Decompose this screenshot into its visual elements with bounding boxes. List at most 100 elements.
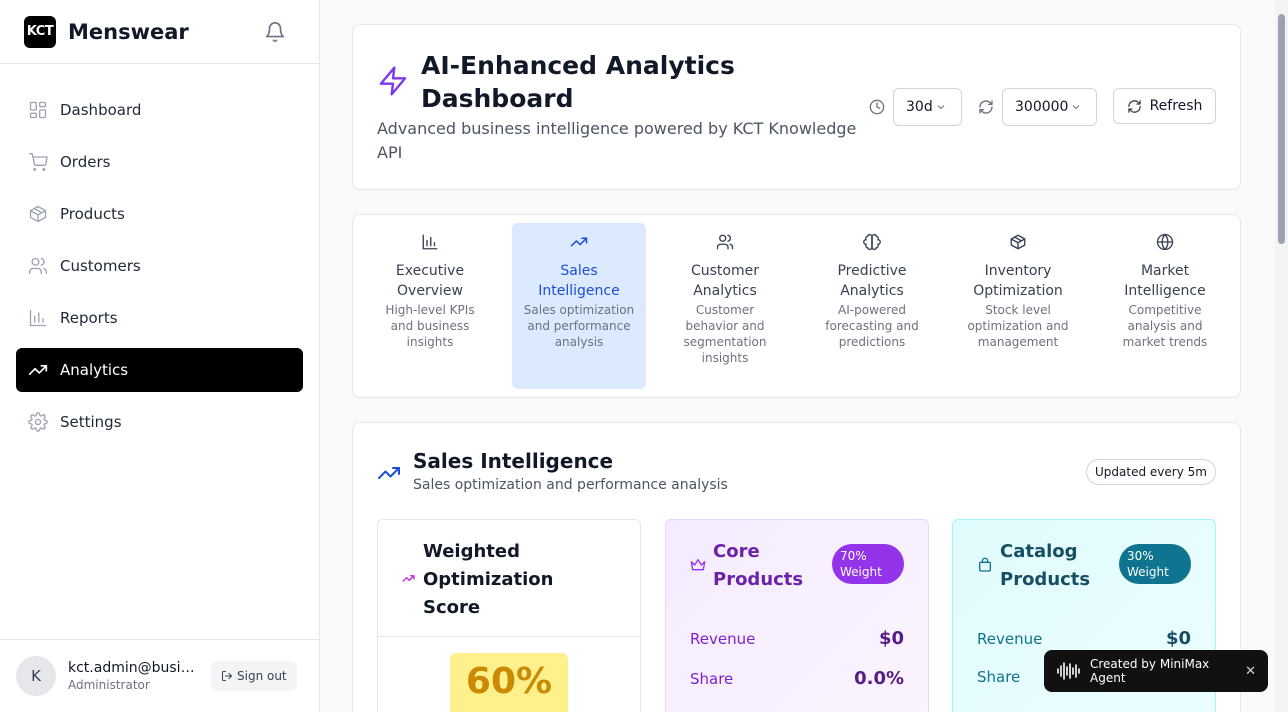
audio-wave-icon [1056,661,1082,681]
tab-label: Predictive Analytics [837,263,907,299]
share-value: 0.0% [854,668,904,689]
share-label: Share [977,668,1021,686]
zap-icon [377,65,409,97]
sidebar-item-customers[interactable]: Customers [16,244,303,288]
interval-select-value: 300000 [1015,99,1069,115]
refresh-button[interactable]: Refresh [1113,88,1216,124]
sidebar-item-dashboard[interactable]: Dashboard [16,88,303,132]
page-title: AI-Enhanced Analytics Dashboard [421,51,735,113]
user-info: kct.admin@business.com Administrator [68,660,198,692]
log-out-icon [221,670,233,682]
tab-description: Customer behavior and segmentation insig… [683,303,767,365]
vertical-scrollbar[interactable] [1275,0,1288,712]
revenue-value: $0 [1165,628,1191,649]
core-products-title: Core Products [713,541,804,590]
tab-description: AI-powered forecasting and predictions [825,303,919,349]
section-subtitle: Sales optimization and performance analy… [413,477,728,493]
optimization-score-value: 60% [450,653,568,712]
gear-icon [28,412,48,432]
sidebar-item-label: Analytics [60,361,129,379]
sidebar-nav: Dashboard Orders Products Customers Repo… [0,64,319,476]
clock-icon [869,99,885,115]
app-name: Menswear [68,19,189,44]
catalog-products-title: Catalog Products [1000,541,1091,590]
package-icon [28,204,48,224]
sidebar: KCT Menswear Dashboard Orders Products C… [0,0,320,712]
core-products-card: Core Products 70% Weight Revenue $0 Shar… [665,519,929,712]
revenue-label: Revenue [977,630,1043,648]
period-select-value: 30d [906,99,933,115]
tab-description: Stock level optimization and management [967,303,1069,349]
weight-badge: 70% Weight [832,544,904,584]
scrollbar-thumb[interactable] [1278,14,1285,244]
avatar[interactable]: K [16,656,56,696]
refresh-label: Refresh [1149,98,1203,114]
sidebar-item-settings[interactable]: Settings [16,400,303,444]
tab-executive-overview[interactable]: Executive Overview High-level KPIs and b… [363,223,497,389]
users-icon [716,233,734,251]
analytics-tabs: Executive Overview High-level KPIs and b… [352,214,1241,398]
tab-inventory-optimization[interactable]: Inventory Optimization Stock level optim… [951,223,1085,389]
tab-description: High-level KPIs and business insights [385,303,475,349]
sidebar-item-reports[interactable]: Reports [16,296,303,340]
sign-out-button[interactable]: Sign out [211,661,297,691]
tab-customer-analytics[interactable]: Customer Analytics Customer behavior and… [658,223,792,389]
revenue-row: Revenue $0 [690,628,904,649]
trending-up-icon [28,360,48,380]
app-logo[interactable]: KCT [24,15,56,48]
bar-chart-icon [28,308,48,328]
tab-label: Sales Intelligence [538,263,620,299]
bell-icon[interactable] [264,21,286,43]
chevron-down-icon [935,101,947,113]
tab-label: Market Intelligence [1124,263,1206,299]
cart-icon [28,152,48,172]
sidebar-item-analytics[interactable]: Analytics [16,348,303,392]
chevron-down-icon [1070,101,1082,113]
toast-text: Created by MiniMax Agent [1090,657,1210,685]
user-role: Administrator [68,678,150,692]
sidebar-item-label: Reports [60,309,118,327]
sidebar-item-label: Settings [60,413,122,431]
sidebar-item-products[interactable]: Products [16,192,303,236]
weight-badge: 30% Weight [1119,544,1191,584]
interval-select[interactable]: 300000 [1002,88,1097,126]
sidebar-item-label: Customers [60,257,141,275]
share-label: Share [690,670,734,688]
crown-icon [690,557,706,573]
tab-market-intelligence[interactable]: Market Intelligence Competitive analysis… [1098,223,1232,389]
divider [378,636,640,637]
sidebar-item-label: Dashboard [60,101,142,119]
trending-up-icon [402,572,415,585]
tab-label: Customer Analytics [690,263,759,299]
update-frequency-badge: Updated every 5m [1086,459,1216,485]
refresh-cycle-icon [978,99,994,115]
revenue-row: Revenue $0 [977,628,1191,649]
tab-sales-intelligence[interactable]: Sales Intelligence Sales optimization an… [512,223,646,389]
refresh-icon [1127,99,1142,114]
main-content: AI-Enhanced Analytics Dashboard Advanced… [320,0,1275,712]
sidebar-item-orders[interactable]: Orders [16,140,303,184]
sidebar-item-label: Products [60,205,125,223]
sign-out-label: Sign out [237,669,287,683]
optimization-score-title: Weighted Optimization Score [423,541,554,618]
section-title: Sales Intelligence [413,449,614,473]
grid-icon [28,100,48,120]
bar-chart-icon [421,233,439,251]
optimization-score-card: Weighted Optimization Score 60% [377,519,641,712]
revenue-value: $0 [878,628,904,649]
package-icon [1009,233,1027,251]
dashboard-header: AI-Enhanced Analytics Dashboard Advanced… [352,24,1241,190]
tab-label: Inventory Optimization [973,263,1063,299]
revenue-label: Revenue [690,630,756,648]
tab-description: Sales optimization and performance analy… [523,303,635,349]
tab-description: Competitive analysis and market trends [1122,303,1208,349]
user-email: kct.admin@business.com [68,660,198,676]
trending-up-icon [377,461,401,485]
users-icon [28,256,48,276]
close-icon[interactable]: ✕ [1245,664,1256,679]
period-select[interactable]: 30d [893,88,962,126]
agent-toast: Created by MiniMax Agent ✕ [1044,650,1268,692]
user-panel: K kct.admin@business.com Administrator S… [0,639,319,712]
globe-icon [1156,233,1174,251]
tab-predictive-analytics[interactable]: Predictive Analytics AI-powered forecast… [805,223,939,389]
